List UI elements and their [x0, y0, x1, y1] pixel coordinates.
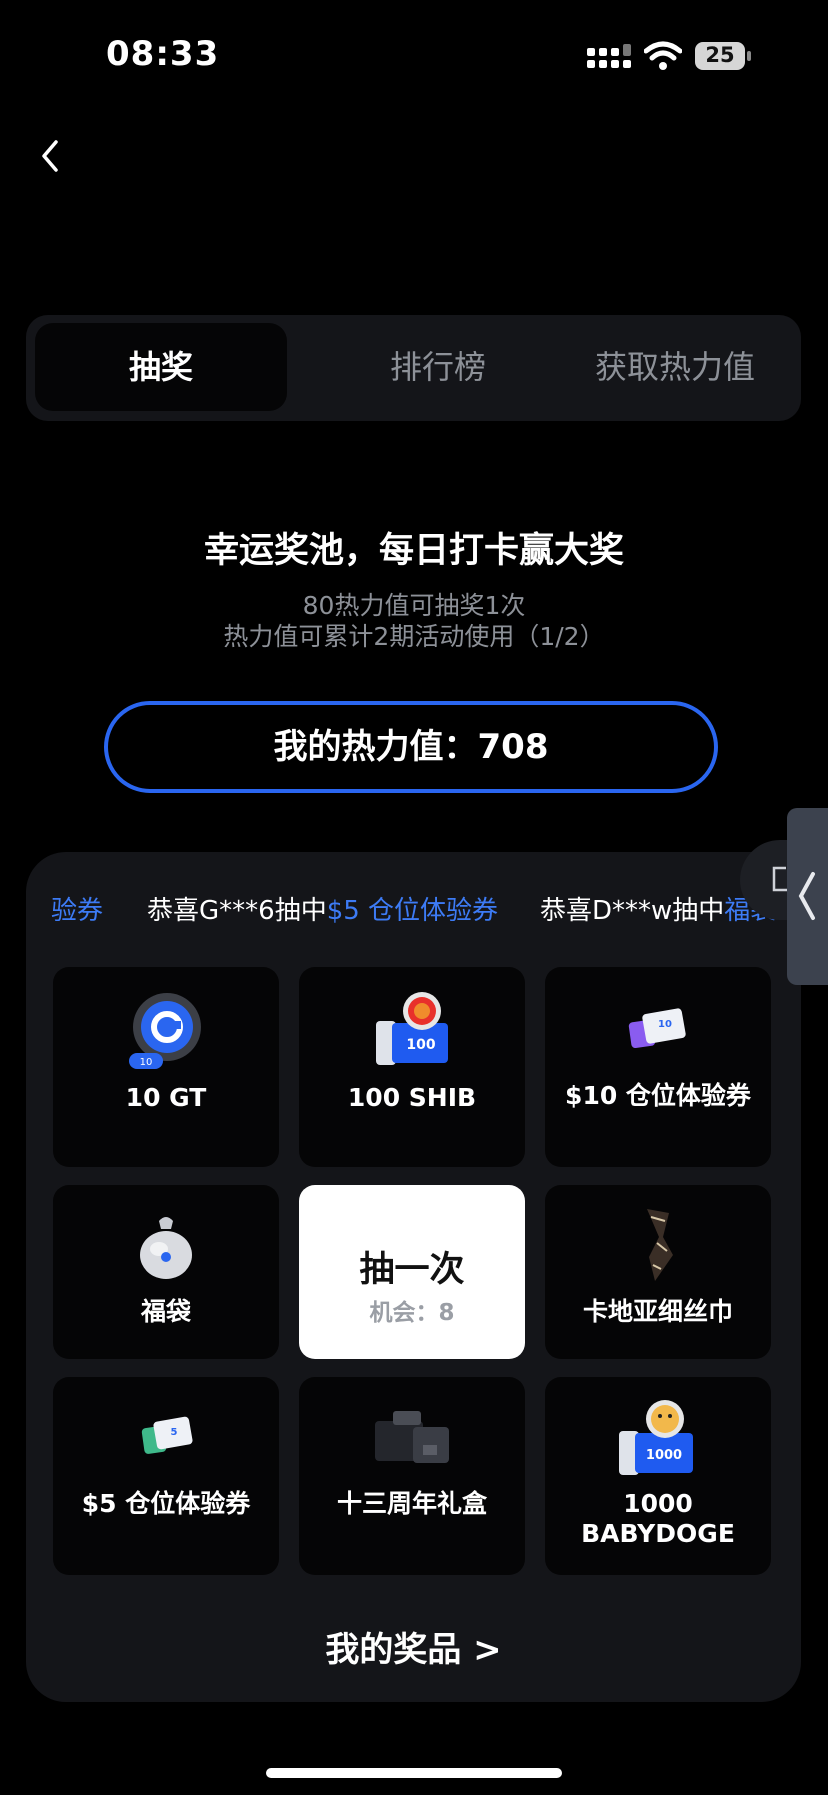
- gt-coin-icon: 10: [129, 993, 201, 1069]
- marquee-prize: $5 仓位体验券: [326, 896, 499, 926]
- chevron-left-icon: [798, 872, 815, 920]
- prize-label: 10 GT: [125, 1083, 207, 1112]
- gift-box-icon: [375, 1411, 449, 1463]
- status-bar: 08:33 25: [0, 0, 828, 110]
- prize-cell-scarf: 卡地亚细丝巾: [545, 1185, 771, 1359]
- marquee-item: 验券: [51, 890, 103, 927]
- marquee-user: 恭喜G***6抽中: [147, 896, 327, 926]
- prize-label: 福袋: [140, 1297, 191, 1326]
- rule-line-2: 热力值可累计2期活动使用（1/2）: [223, 622, 605, 651]
- gt-badge: 10: [140, 1057, 153, 1068]
- prize-label: 卡地亚细丝巾: [582, 1297, 733, 1326]
- silk-scarf-icon: [647, 1209, 673, 1281]
- lottery-panel: 验券 恭喜G***6抽中$5 仓位体验券 恭喜D***w抽中福袋 10 10 G…: [26, 852, 801, 1702]
- battery-icon: 25: [695, 42, 753, 72]
- babydoge-token-icon: 1000: [619, 1400, 693, 1475]
- status-time: 08:33: [106, 34, 220, 74]
- prize-label: 100 SHIB: [347, 1083, 477, 1112]
- marquee-prize: 验券: [51, 896, 104, 926]
- babydoge-badge: 1000: [646, 1448, 682, 1463]
- prize-cell-voucher-10: 10 $10 仓位体验券: [545, 967, 771, 1167]
- wifi-icon: [644, 41, 682, 70]
- shib-badge: 100: [406, 1037, 435, 1053]
- marquee-item: 恭喜G***6抽中$5 仓位体验券: [147, 890, 498, 927]
- floating-sidebar-handle[interactable]: [787, 808, 828, 985]
- marquee-user: 恭喜D***w抽中: [540, 896, 725, 926]
- prize-cell-babydoge: 1000 1000 BABYDOGE: [545, 1377, 771, 1575]
- signal-icon: [587, 44, 631, 68]
- page-headline: 幸运奖池，每日打卡赢大奖: [203, 531, 624, 571]
- lucky-bag-icon: [140, 1217, 192, 1279]
- prize-label: $5 仓位体验券: [81, 1489, 251, 1518]
- my-prizes-link[interactable]: 我的奖品 >: [26, 1622, 801, 1671]
- draw-chances: 机会：8: [369, 1300, 455, 1326]
- shib-token-icon: 100: [376, 992, 448, 1065]
- heat-value-box: 我的热力值：708: [104, 701, 718, 793]
- draw-once-label: 抽一次: [359, 1250, 465, 1290]
- battery-level: 25: [705, 43, 735, 67]
- home-indicator: [266, 1768, 562, 1778]
- tab-get-heat[interactable]: 获取热力值: [549, 323, 801, 411]
- voucher-5-badge: 5: [171, 1427, 178, 1438]
- prize-cell-voucher-5: 5 $5 仓位体验券: [53, 1377, 279, 1575]
- back-chevron-icon[interactable]: [36, 136, 64, 176]
- prize-label: 十三周年礼盒: [336, 1489, 487, 1518]
- voucher-5-icon: 5: [141, 1416, 193, 1454]
- draw-once-button[interactable]: 抽一次 机会：8: [299, 1185, 525, 1359]
- prize-cell-gift-box: 十三周年礼盒: [299, 1377, 525, 1575]
- marquee-item: 恭喜D***w抽中福袋: [540, 890, 776, 927]
- voucher-10-icon: 10: [628, 1008, 686, 1049]
- tab-lottery[interactable]: 抽奖: [35, 323, 287, 411]
- voucher-10-badge: 10: [658, 1019, 672, 1030]
- prize-cell-shib: 100 100 SHIB: [299, 967, 525, 1167]
- prize-cell-lucky-bag: 福袋: [53, 1185, 279, 1359]
- tab-bar: 抽奖 排行榜 获取热力值: [26, 315, 801, 421]
- prize-label: 1000 BABYDOGE: [581, 1489, 735, 1548]
- tab-leaderboard[interactable]: 排行榜: [312, 323, 564, 411]
- prize-cell-gt: 10 10 GT: [53, 967, 279, 1167]
- prize-label: $10 仓位体验券: [565, 1081, 751, 1110]
- winners-marquee: 验券 恭喜G***6抽中$5 仓位体验券 恭喜D***w抽中福袋: [26, 890, 801, 930]
